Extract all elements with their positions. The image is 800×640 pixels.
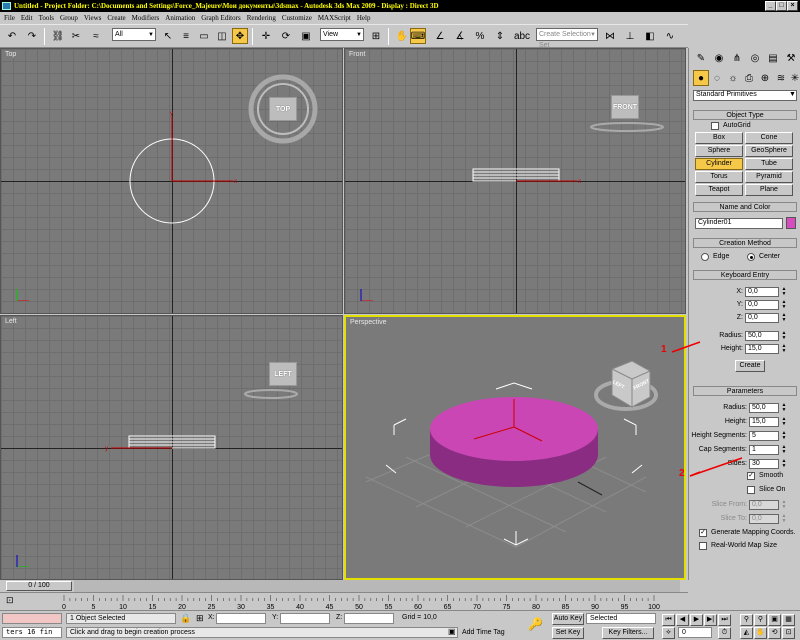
y-coord-label: Y: <box>272 614 279 621</box>
add-time-tag[interactable]: Add Time Tag <box>462 629 505 636</box>
maximize-viewport-icon[interactable]: ⊡ <box>782 627 795 639</box>
field-of-view-icon[interactable]: ◭ <box>740 627 753 639</box>
status-bar: ters 16 fin 1 Object Selected Click and … <box>0 610 800 640</box>
z-coord-label: Z: <box>336 614 343 621</box>
maxscript-listener[interactable] <box>2 613 62 624</box>
annotation-arrows <box>671 341 743 477</box>
track-bar[interactable]: ⊡ 0 5 10 15 20 25 30 35 40 45 50 55 60 65 70 75 80 85 90 95… <box>0 592 688 611</box>
time-tag-icon[interactable]: ▣ <box>448 627 456 636</box>
annotation-1: 1 <box>661 344 667 355</box>
key-mode-dropdown[interactable]: Selected <box>586 613 656 624</box>
x-coord-label: X: <box>208 614 215 621</box>
key-mode-toggle-icon[interactable]: ⟡ <box>662 627 675 639</box>
current-frame-input[interactable]: 0 <box>678 627 712 638</box>
y-coord-input[interactable] <box>280 613 330 624</box>
go-to-end-icon[interactable]: ⏭ <box>718 614 731 626</box>
3dsmax-window: Untitled - Project Folder: C:\Documents … <box>0 0 800 640</box>
pan-icon[interactable]: ✋ <box>754 627 767 639</box>
z-coord-input[interactable] <box>344 613 394 624</box>
absolute-mode-icon[interactable]: ⊞ <box>196 613 204 624</box>
key-icon[interactable]: 🔑 <box>528 617 543 631</box>
time-slider[interactable]: 0 / 100 <box>0 580 688 592</box>
time-slider-thumb[interactable]: 0 / 100 <box>6 581 72 591</box>
selection-count: 1 Object Selected <box>66 613 176 624</box>
zoom-extents-icon[interactable]: ▣ <box>768 614 781 626</box>
time-configuration-icon[interactable]: ⏱ <box>718 627 731 639</box>
go-to-start-icon[interactable]: ⏮ <box>662 614 675 626</box>
maxscript-mini-input[interactable]: ters 16 fin <box>2 627 62 638</box>
previous-frame-icon[interactable]: ◀ <box>676 614 689 626</box>
zoom-all-icon[interactable]: ⚲ <box>754 614 767 626</box>
next-frame-icon[interactable]: ▶| <box>704 614 717 626</box>
orbit-icon[interactable]: ⟲ <box>768 627 781 639</box>
zoom-extents-all-icon[interactable]: ▦ <box>782 614 795 626</box>
zoom-icon[interactable]: ⚲ <box>740 614 753 626</box>
set-key-button[interactable]: Set Key <box>552 627 584 639</box>
track-ruler: 0 5 10 15 20 25 30 35 40 45 50 55 60 65 70 75 80 85 90 95 10… <box>62 595 660 611</box>
play-icon[interactable]: ▶ <box>690 614 703 626</box>
annotation-2: 2 <box>679 468 685 479</box>
lock-icon[interactable]: 🔒 <box>180 613 191 624</box>
grid-size: Grid = 10,0 <box>402 614 437 621</box>
prompt-line: Click and drag to begin creation process <box>66 627 458 638</box>
x-coord-input[interactable] <box>216 613 266 624</box>
key-filters-button[interactable]: Key Filters... <box>602 627 654 639</box>
auto-key-button[interactable]: Auto Key <box>552 613 584 625</box>
